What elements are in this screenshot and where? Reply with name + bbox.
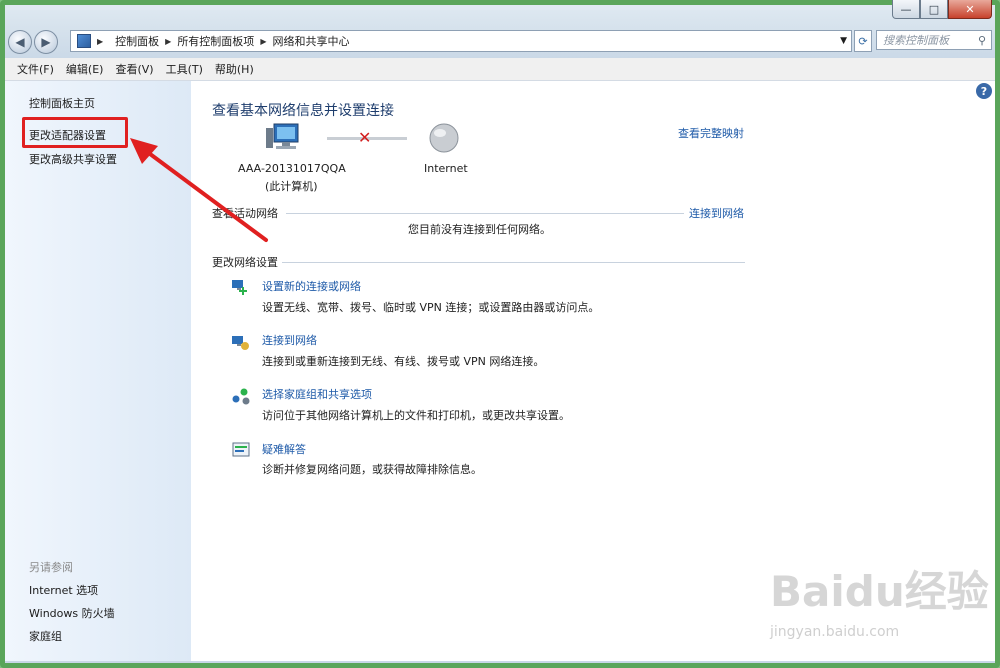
- breadcrumb-separator-icon: ▶: [165, 36, 172, 46]
- task-connect-network-desc: 连接到或重新连接到无线、有线、拨号或 VPN 网络连接。: [262, 355, 545, 368]
- breadcrumb-separator-icon: ▶: [260, 36, 267, 46]
- internet-label: Internet: [424, 162, 468, 175]
- annotation-highlight-box: [22, 117, 128, 148]
- sidebar-link-internet-options[interactable]: Internet 选项: [29, 582, 98, 598]
- help-icon[interactable]: ?: [976, 83, 992, 99]
- back-arrow-icon: ◀: [15, 35, 25, 49]
- refresh-button[interactable]: ⟳: [854, 30, 872, 52]
- connect-network-icon: [232, 336, 249, 350]
- no-network-text: 您目前没有连接到任何网络。: [408, 223, 551, 236]
- address-bar[interactable]: ▶ 控制面板 ▶ 所有控制面板项 ▶ 网络和共享中心 ▼: [70, 30, 852, 52]
- watermark-url: jingyan.baidu.com: [770, 624, 900, 640]
- task-homegroup-desc: 访问位于其他网络计算机上的文件和打印机，或更改共享设置。: [262, 409, 570, 422]
- minimize-button[interactable]: —: [892, 0, 920, 19]
- task-homegroup[interactable]: 选择家庭组和共享选项: [262, 386, 372, 402]
- connect-to-network-link[interactable]: 连接到网络: [689, 205, 744, 221]
- sidebar-link-advanced-sharing[interactable]: 更改高级共享设置: [29, 151, 117, 167]
- menu-help[interactable]: 帮助(H): [215, 61, 254, 77]
- task-new-connection[interactable]: 设置新的连接或网络: [262, 278, 361, 294]
- section-divider: [282, 262, 745, 263]
- section-divider: [286, 213, 684, 214]
- search-icon: ⚲: [977, 33, 986, 47]
- maximize-button[interactable]: □: [920, 0, 948, 19]
- forward-button[interactable]: ▶: [34, 30, 58, 54]
- address-dropdown-icon[interactable]: ▼: [840, 36, 847, 46]
- task-troubleshoot-desc: 诊断并修复网络问题，或获得故障排除信息。: [262, 463, 482, 476]
- control-panel-icon: [77, 34, 91, 48]
- task-new-connection-desc: 设置无线、宽带、拨号、临时或 VPN 连接；或设置路由器或访问点。: [262, 301, 600, 314]
- disconnected-x-icon: ✕: [358, 128, 372, 147]
- menu-tools[interactable]: 工具(T): [166, 61, 203, 77]
- sidebar-link-home[interactable]: 控制面板主页: [29, 95, 95, 111]
- troubleshoot-icon: [232, 442, 250, 457]
- new-connection-icon: [232, 280, 247, 295]
- annotation-arrow: [130, 138, 268, 242]
- change-settings-label: 更改网络设置: [212, 256, 278, 269]
- search-placeholder: 搜索控制面板: [883, 34, 949, 47]
- view-full-map-link[interactable]: 查看完整映射: [678, 125, 744, 141]
- sidebar-link-firewall[interactable]: Windows 防火墙: [29, 605, 115, 621]
- breadcrumb-all-items[interactable]: 所有控制面板项: [177, 33, 254, 49]
- address-row: ◀ ▶ ▶ 控制面板 ▶ 所有控制面板项 ▶ 网络和共享中心 ▼ ⟳ 搜索控制面…: [6, 28, 994, 54]
- back-button[interactable]: ◀: [8, 30, 32, 54]
- menu-file[interactable]: 文件(F): [17, 61, 54, 77]
- breadcrumb-separator-icon: ▶: [97, 36, 104, 46]
- menu-view[interactable]: 查看(V): [115, 61, 153, 77]
- breadcrumb-control-panel[interactable]: 控制面板: [115, 33, 159, 49]
- watermark-logo: Baidu经验: [770, 567, 989, 616]
- homegroup-icon: [232, 388, 250, 405]
- see-also-heading: 另请参阅: [29, 561, 73, 574]
- forward-arrow-icon: ▶: [41, 35, 51, 49]
- window-controls: — □ ✕: [892, 0, 992, 19]
- task-connect-network[interactable]: 连接到网络: [262, 332, 317, 348]
- menu-bar: 文件(F) 编辑(E) 查看(V) 工具(T) 帮助(H): [5, 58, 995, 81]
- title-bar: — □ ✕: [0, 0, 1000, 26]
- search-input[interactable]: 搜索控制面板 ⚲: [876, 30, 992, 50]
- globe-icon: [429, 123, 459, 153]
- refresh-icon: ⟳: [858, 34, 868, 48]
- sidebar-link-homegroup[interactable]: 家庭组: [29, 628, 62, 644]
- close-button[interactable]: ✕: [948, 0, 992, 19]
- task-troubleshoot[interactable]: 疑难解答: [262, 441, 306, 457]
- menu-edit[interactable]: 编辑(E): [66, 61, 104, 77]
- breadcrumb-network-center[interactable]: 网络和共享中心: [272, 33, 349, 49]
- page-title: 查看基本网络信息并设置连接: [212, 103, 394, 119]
